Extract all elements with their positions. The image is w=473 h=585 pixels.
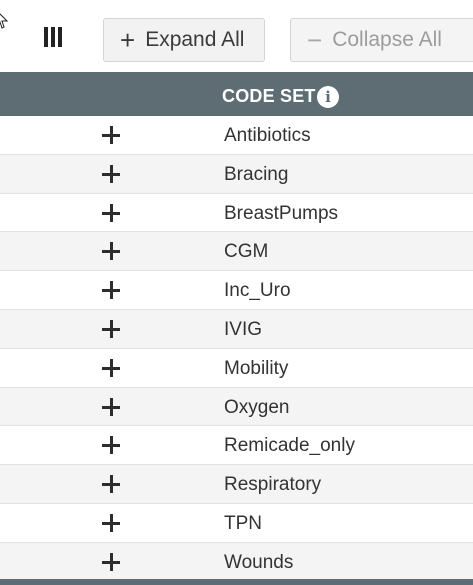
table-footer-border (0, 579, 473, 585)
code-set-cell: TPN (224, 512, 262, 534)
code-set-cell: Mobility (224, 357, 289, 379)
expand-row-icon[interactable] (101, 397, 121, 417)
table-row[interactable]: Respiratory (0, 465, 473, 504)
code-set-cell: Wounds (224, 551, 294, 573)
toolbar: + Expand All − Collapse All (0, 0, 473, 72)
expand-row-icon[interactable] (101, 319, 121, 339)
table-row[interactable]: Mobility (0, 348, 473, 388)
code-set-cell: Inc_Uro (224, 280, 291, 302)
table-row[interactable]: Wounds (0, 542, 473, 582)
table-header: CODE SET (0, 72, 473, 116)
code-set-cell: IVIG (224, 318, 263, 340)
table-row[interactable]: Bracing (0, 154, 473, 194)
code-set-cell: Bracing (224, 163, 289, 185)
expand-row-icon[interactable] (101, 358, 121, 378)
expand-row-icon[interactable] (101, 241, 121, 261)
columns-button[interactable] (38, 22, 68, 52)
table-row[interactable]: Antibiotics (0, 116, 473, 155)
info-icon[interactable]: i (317, 86, 339, 108)
code-set-cell: Remicade_only (224, 435, 355, 457)
collapse-all-button[interactable]: − Collapse All (290, 18, 473, 62)
code-set-cell: CGM (224, 241, 269, 263)
expand-all-button[interactable]: + Expand All (103, 18, 265, 62)
table-row[interactable]: CGM (0, 232, 473, 272)
table-row[interactable]: Inc_Uro (0, 271, 473, 310)
table-row[interactable]: TPN (0, 503, 473, 543)
code-set-cell: Oxygen (224, 396, 290, 418)
collapse-all-label: Collapse All (332, 28, 442, 51)
expand-row-icon[interactable] (101, 552, 121, 572)
expand-row-icon[interactable] (101, 125, 121, 145)
code-set-cell: Respiratory (224, 474, 322, 496)
expand-row-icon[interactable] (101, 203, 121, 223)
code-set-cell: Antibiotics (224, 125, 311, 146)
table-row[interactable]: Remicade_only (0, 426, 473, 466)
table-row[interactable]: BreastPumps (0, 193, 473, 233)
expand-all-label: Expand All (145, 28, 245, 51)
expand-row-icon[interactable] (101, 164, 121, 184)
table-row[interactable]: IVIG (0, 309, 473, 349)
minus-icon: − (307, 25, 323, 55)
expand-row-icon[interactable] (101, 513, 121, 533)
table-row[interactable]: Oxygen (0, 387, 473, 427)
table-body: Antibiotics Bracing BreastPumps CGM Inc_Uro I… (0, 116, 473, 582)
cursor-icon (0, 13, 8, 29)
column-header-code-set[interactable]: CODE SET (222, 86, 316, 107)
expand-row-icon[interactable] (101, 280, 121, 300)
code-set-cell: BreastPumps (224, 202, 339, 224)
expand-row-icon[interactable] (101, 435, 121, 455)
expand-row-icon[interactable] (101, 474, 121, 494)
plus-icon: + (120, 25, 136, 55)
columns-icon (44, 27, 62, 47)
